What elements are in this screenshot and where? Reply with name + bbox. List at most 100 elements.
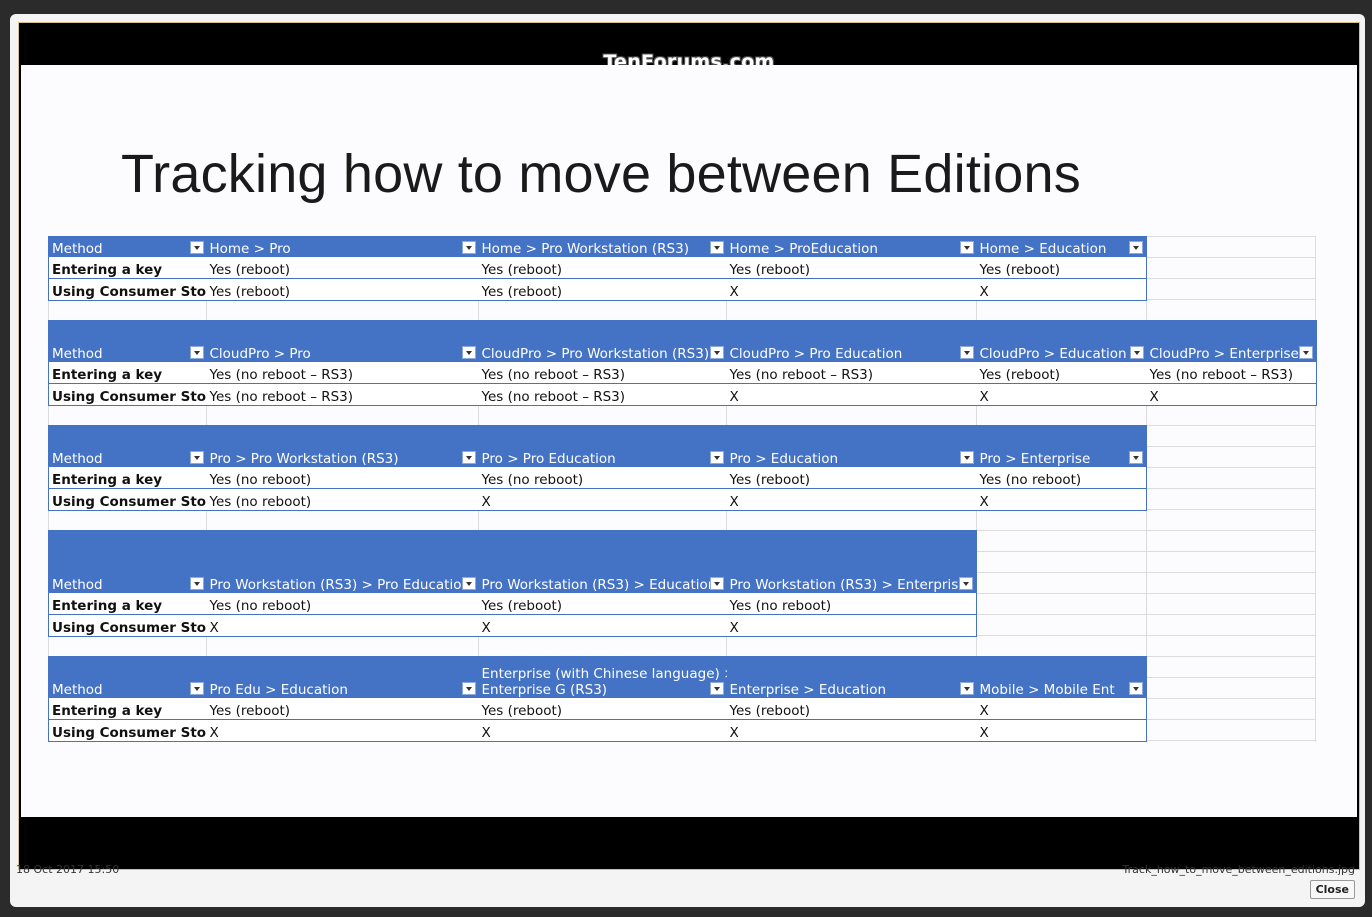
table-cell: Yes (no reboot – RS3) bbox=[478, 362, 727, 384]
table-row: Using Consumer Store Yes (no reboot – RS… bbox=[48, 383, 1317, 406]
table-cell: X bbox=[478, 719, 727, 742]
image-filename: Track_how_to_move_between_editions.jpg bbox=[1122, 863, 1355, 876]
header-cell[interactable]: Home > Pro Workstation (RS3) bbox=[478, 236, 727, 257]
filter-dropdown-icon[interactable] bbox=[1129, 682, 1143, 695]
table-cell: Yes (reboot) bbox=[726, 698, 977, 720]
header-cell[interactable]: Pro Workstation (RS3) > Pro Education bbox=[206, 530, 479, 593]
table-cell: Yes (no reboot) bbox=[976, 467, 1147, 489]
table-cell: Yes (no reboot) bbox=[726, 593, 977, 615]
header-cell[interactable]: Method bbox=[48, 656, 207, 698]
table-cell: X bbox=[976, 698, 1147, 720]
row-label: Entering a key bbox=[48, 593, 207, 615]
filter-dropdown-icon[interactable] bbox=[959, 346, 974, 359]
filter-dropdown-icon[interactable] bbox=[189, 682, 204, 695]
row-label: Using Consumer Store bbox=[48, 383, 207, 406]
filter-dropdown-icon[interactable] bbox=[461, 451, 476, 464]
table-cell: Yes (no reboot) bbox=[478, 467, 727, 489]
table-cell: X bbox=[976, 488, 1147, 511]
table-cell: Yes (no reboot) bbox=[206, 467, 479, 489]
spreadsheet: Method Home > Pro Home > Pro Workstation… bbox=[48, 236, 1317, 742]
table-cell: Yes (reboot) bbox=[206, 278, 479, 301]
filter-dropdown-icon[interactable] bbox=[461, 682, 476, 695]
filter-dropdown-icon[interactable] bbox=[1129, 346, 1144, 359]
edition-table-home: Method Home > Pro Home > Pro Workstation… bbox=[48, 236, 1147, 301]
edition-table-pro: Method Pro > Pro Workstation (RS3) Pro >… bbox=[48, 425, 1147, 511]
filter-dropdown-icon[interactable] bbox=[189, 451, 204, 464]
header-line-2: Enterprise G (RS3) bbox=[481, 682, 608, 698]
table-header-row: Method Pro Workstation (RS3) > Pro Educa… bbox=[48, 530, 977, 593]
slide: Tracking how to move between Editions Me… bbox=[21, 65, 1357, 817]
table-cell: X bbox=[478, 488, 727, 511]
table-row: Entering a key Yes (reboot) Yes (reboot)… bbox=[48, 257, 1147, 279]
table-cell: Yes (reboot) bbox=[478, 698, 727, 720]
header-cell[interactable]: Method bbox=[48, 236, 207, 257]
image-frame: TenForums.com Tracking how to move betwe… bbox=[18, 22, 1360, 870]
table-cell: X bbox=[726, 488, 977, 511]
filter-dropdown-icon[interactable] bbox=[709, 577, 724, 590]
filter-dropdown-icon[interactable] bbox=[189, 241, 204, 254]
filter-dropdown-icon[interactable] bbox=[461, 577, 476, 590]
header-cell[interactable]: Pro Workstation (RS3) > Enterprise bbox=[726, 530, 977, 593]
header-cell[interactable]: CloudPro > Education bbox=[976, 320, 1147, 362]
table-cell: Yes (reboot) bbox=[206, 698, 479, 720]
filter-dropdown-icon[interactable] bbox=[959, 682, 974, 695]
table-cell: X bbox=[206, 719, 479, 742]
image-viewer: TenForums.com Tracking how to move betwe… bbox=[10, 14, 1365, 907]
filter-dropdown-icon[interactable] bbox=[189, 577, 204, 590]
header-cell[interactable]: Method bbox=[48, 530, 207, 593]
header-cell[interactable]: Home > Education bbox=[976, 236, 1147, 257]
header-cell[interactable]: Method bbox=[48, 320, 207, 362]
table-cell: X bbox=[726, 719, 977, 742]
header-cell[interactable]: Enterprise > Education bbox=[726, 656, 977, 698]
header-cell[interactable]: Method bbox=[48, 425, 207, 467]
table-row: Using Consumer Store Yes (no reboot) X X… bbox=[48, 488, 1147, 511]
header-cell[interactable]: CloudPro > Pro Workstation (RS3) bbox=[478, 320, 727, 362]
table-header-row: Method Pro Edu > Education Enterprise (w… bbox=[48, 656, 1147, 698]
header-cell[interactable]: CloudPro > Enterprise bbox=[1146, 320, 1317, 362]
table-cell: Yes (no reboot – RS3) bbox=[726, 362, 977, 384]
header-cell[interactable]: Pro > Pro Education bbox=[478, 425, 727, 467]
header-cell[interactable]: Pro > Pro Workstation (RS3) bbox=[206, 425, 479, 467]
filter-dropdown-icon[interactable] bbox=[709, 451, 724, 464]
header-cell[interactable]: CloudPro > Pro Education bbox=[726, 320, 977, 362]
header-cell[interactable]: Home > Pro bbox=[206, 236, 479, 257]
table-cell: Yes (no reboot – RS3) bbox=[1146, 362, 1317, 384]
header-cell[interactable]: Mobile > Mobile Ent bbox=[976, 656, 1147, 698]
header-cell[interactable]: Pro > Education bbox=[726, 425, 977, 467]
filter-dropdown-icon[interactable] bbox=[709, 682, 724, 695]
header-cell[interactable]: CloudPro > Pro bbox=[206, 320, 479, 362]
row-label: Entering a key bbox=[48, 257, 207, 279]
table-header-row: Method CloudPro > Pro CloudPro > Pro Wor… bbox=[48, 320, 1317, 362]
row-label: Using Consumer Store bbox=[48, 278, 207, 301]
table-cell: X bbox=[1146, 383, 1317, 406]
filter-dropdown-icon[interactable] bbox=[189, 346, 204, 359]
table-cell: Yes (reboot) bbox=[478, 593, 727, 615]
table-cell: X bbox=[976, 278, 1147, 301]
close-button[interactable]: Close bbox=[1309, 880, 1355, 899]
filter-dropdown-icon[interactable] bbox=[461, 241, 476, 254]
filter-dropdown-icon[interactable] bbox=[1129, 241, 1143, 254]
table-cell: Yes (no reboot – RS3) bbox=[206, 362, 479, 384]
header-line-1: Enterprise (with Chinese language) > bbox=[481, 666, 727, 682]
table-cell: Yes (no reboot) bbox=[206, 488, 479, 511]
header-cell[interactable]: Pro > Enterprise bbox=[976, 425, 1147, 467]
header-cell[interactable]: Pro Workstation (RS3) > Education bbox=[478, 530, 727, 593]
row-label: Entering a key bbox=[48, 362, 207, 384]
edition-table-pro-workstation: Method Pro Workstation (RS3) > Pro Educa… bbox=[48, 530, 977, 637]
header-cell[interactable]: Pro Edu > Education bbox=[206, 656, 479, 698]
table-cell: Yes (reboot) bbox=[976, 362, 1147, 384]
header-cell[interactable]: Home > ProEducation bbox=[726, 236, 977, 257]
filter-dropdown-icon[interactable] bbox=[959, 577, 973, 590]
filter-dropdown-icon[interactable] bbox=[709, 346, 724, 359]
filter-dropdown-icon[interactable] bbox=[709, 241, 724, 254]
header-cell[interactable]: Enterprise (with Chinese language) > Ente… bbox=[478, 656, 727, 698]
filter-dropdown-icon[interactable] bbox=[1129, 451, 1143, 464]
row-label: Entering a key bbox=[48, 467, 207, 489]
filter-dropdown-icon[interactable] bbox=[1299, 346, 1313, 359]
filter-dropdown-icon[interactable] bbox=[461, 346, 476, 359]
table-header-row: Method Home > Pro Home > Pro Workstation… bbox=[48, 236, 1147, 257]
filter-dropdown-icon[interactable] bbox=[959, 241, 974, 254]
filter-dropdown-icon[interactable] bbox=[959, 451, 974, 464]
table-header-row: Method Pro > Pro Workstation (RS3) Pro >… bbox=[48, 425, 1147, 467]
table-cell: Yes (no reboot – RS3) bbox=[206, 383, 479, 406]
